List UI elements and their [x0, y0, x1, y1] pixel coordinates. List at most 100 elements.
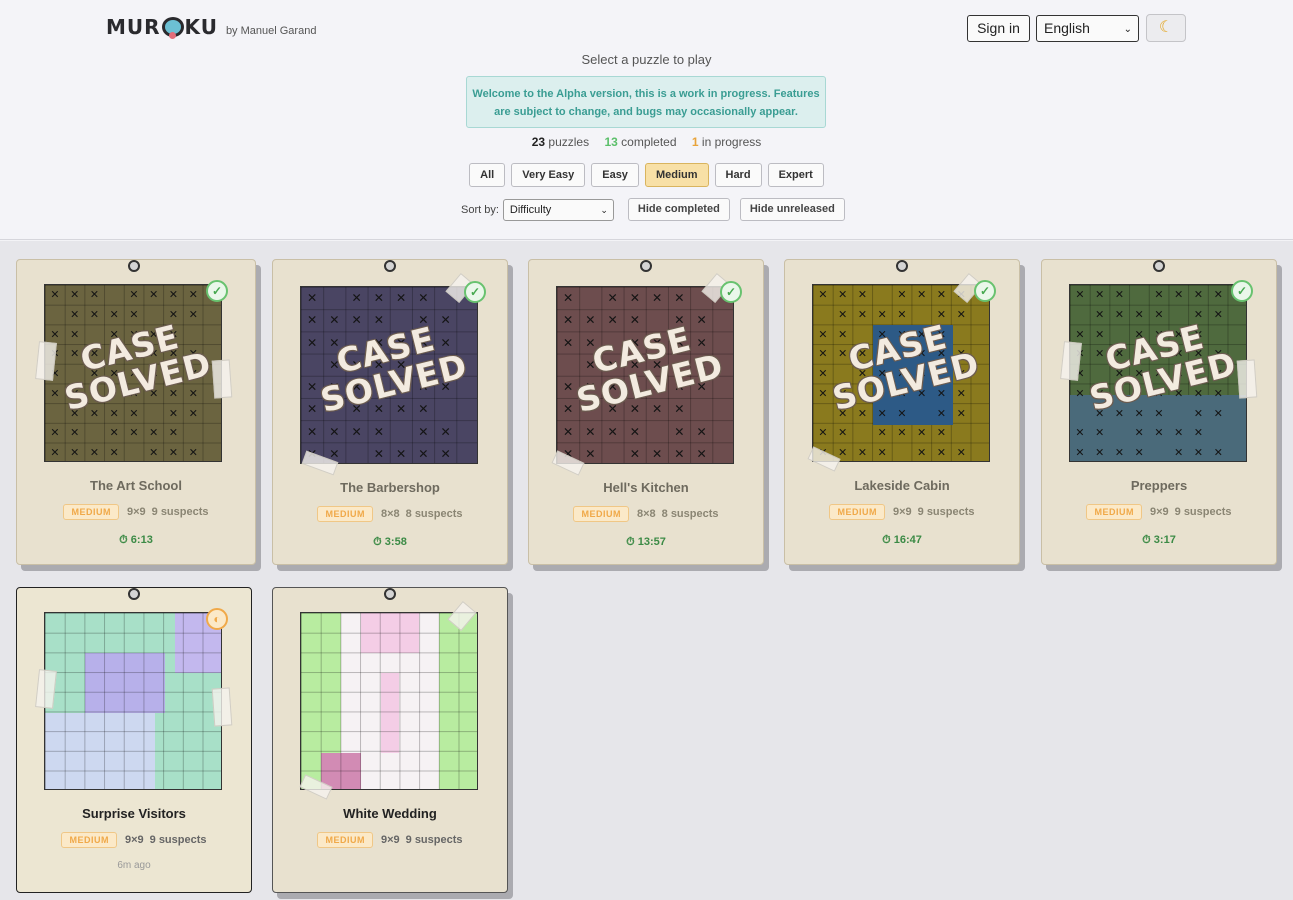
- grid-cell-marker: ✕: [917, 446, 927, 460]
- puzzle-card-art-school[interactable]: ✕ ✕ ✕ ✕ ✕ ✕ ✕ ✕ ✕ ✕ ✕ ✕ ✕ ✕ ✕ ✕ ✕ ✕ ✕ ✕ ✕ ✕ ✕ ✕ ✕ ✕ ✕ ✕ ✕ ✕ ✕ ✕ ✕ ✕ ✕ ✕ ✕ ✕ ✕ ✕…: [16, 259, 256, 565]
- grid-cell-marker: [892, 443, 912, 461]
- grid-cell-marker: ✕: [607, 424, 618, 439]
- grid-size: 9×9: [1149, 506, 1169, 518]
- grid-cell-marker: [183, 423, 203, 443]
- puzzle-meta: MEDIUM 9×9 9 suspects: [17, 504, 255, 520]
- grid-cell-marker: ✕: [373, 446, 384, 461]
- grid-cell-marker: ✕: [168, 426, 179, 440]
- grid-cell-marker: [691, 398, 713, 420]
- pin-icon: [384, 260, 396, 272]
- language-select[interactable]: English ⌄: [1036, 15, 1139, 42]
- difficulty-badge: MEDIUM: [573, 506, 629, 522]
- grid-cell-marker: ✕: [440, 424, 451, 439]
- puzzle-card-preppers[interactable]: ✕ ✕ ✕ ✕ ✕ ✕ ✕ ✕ ✕ ✕ ✕ ✕ ✕ ✕ ✕ ✕ ✕ ✕ ✕ ✕ ✕ ✕ ✕ ✕ ✕ ✕ ✕ ✕ ✕ ✕ ✕ ✕ ✕ ✕ ✕ ✕ ✕ ✕ ✕ ✕…: [1041, 259, 1277, 565]
- grid-cell-marker: ✕: [877, 426, 887, 440]
- filter-expert[interactable]: Expert: [767, 163, 824, 187]
- puzzle-card-lakeside-cabin[interactable]: ✕ ✕ ✕ ✕ ✕ ✕ ✕ ✕ ✕ ✕ ✕ ✕ ✕ ✕ ✕ ✕ ✕ ✕ ✕ ✕ ✕ ✕ ✕ ✕ ✕ ✕ ✕ ✕ ✕ ✕ ✕ ✕ ✕ ✕ ✕ ✕ ✕ ✕ ✕ ✕…: [784, 259, 1020, 565]
- grid-cell-marker: ✕: [1193, 426, 1204, 440]
- grid-cell-marker: [124, 443, 144, 461]
- suspect-count: 8 suspects: [661, 508, 719, 520]
- suspect-count: 9 suspects: [405, 834, 463, 846]
- completed-check-icon: ✓: [464, 281, 486, 303]
- grid-cell-marker: [346, 443, 368, 463]
- grid-cell-marker: ✕: [1174, 426, 1184, 440]
- puzzle-card-white-wedding[interactable]: White Wedding MEDIUM 9×9 9 suspects: [272, 587, 508, 893]
- puzzle-thumbnail: ✕ ✕ ✕ ✕ ✕ ✕ ✕ ✕ ✕ ✕ ✕ ✕ ✕ ✕ ✕ ✕ ✕ ✕ ✕ ✕ ✕ ✕ ✕ ✕ ✕ ✕ ✕ ✕ ✕ ✕ ✕ ✕ ✕ ✕ ✕ ✕ ✕ ✕ ✕ ✕…: [1069, 284, 1247, 462]
- theme-toggle-button[interactable]: ☾: [1146, 14, 1186, 42]
- puzzles-count: 23: [531, 135, 546, 149]
- hide-completed-button[interactable]: Hide completed: [627, 198, 730, 221]
- puzzle-meta: MEDIUM 9×9 9 suspects: [17, 832, 251, 848]
- grid-size: 9×9: [124, 834, 144, 846]
- grid-cell-marker: ✕: [1134, 307, 1144, 321]
- grid-cell-marker: ✕: [89, 307, 99, 321]
- grid-cell-marker: [1110, 423, 1130, 443]
- grid-cell-marker: ✕: [1095, 426, 1105, 440]
- filter-hard[interactable]: Hard: [714, 163, 762, 187]
- grid-cell-marker: ✕: [149, 446, 159, 460]
- suspect-count: 9 suspects: [917, 506, 975, 518]
- grid-cell-marker: ✕: [897, 426, 907, 440]
- puzzle-title: The Art School: [90, 478, 182, 493]
- grid-cell-marker: ✕: [1095, 307, 1105, 321]
- puzzle-thumbnail: [44, 612, 222, 790]
- grid-cell-marker: ✕: [351, 313, 362, 328]
- grid-cell-marker: ✕: [329, 424, 340, 439]
- grid-cell-marker: ✕: [936, 406, 947, 420]
- puzzle-meta: MEDIUM 9×9 9 suspects: [273, 832, 507, 848]
- grid-cell-marker: ✕: [917, 288, 927, 301]
- grid-cell-marker: ✕: [1213, 288, 1223, 301]
- grid-cell-marker: ✕: [696, 424, 707, 439]
- filter-easy[interactable]: Easy: [591, 163, 639, 187]
- filter-very-easy[interactable]: Very Easy: [511, 163, 586, 187]
- grid-cell-marker: ✕: [1095, 446, 1105, 460]
- grid-cell-marker: ✕: [418, 402, 429, 417]
- grid-cell-marker: [813, 305, 833, 325]
- filter-medium[interactable]: Medium: [644, 163, 709, 187]
- sort-select[interactable]: Difficulty ⌄: [502, 198, 614, 221]
- puzzle-card-barbershop[interactable]: ✕ ✕ ✕ ✕ ✕ ✕ ✕ ✕ ✕ ✕ ✕ ✕ ✕ ✕ ✕ ✕ ✕ ✕ ✕ ✕ ✕ ✕ ✕ ✕ ✕ ✕ ✕ ✕ ✕ ✕ ✕ ✕ ✕ ✕ ✕ ✕ ✕ ✕ ✕ ✕…: [272, 259, 508, 565]
- grid-cell-marker: ✕: [373, 313, 384, 328]
- grid-cell-marker: ✕: [838, 288, 848, 301]
- grid-cell-marker: ✕: [877, 446, 887, 460]
- logo-text-end: KU: [184, 15, 218, 39]
- suspect-count: 9 suspects: [151, 506, 209, 518]
- puzzle-thumbnail: ✕ ✕ ✕ ✕ ✕ ✕ ✕ ✕ ✕ ✕ ✕ ✕ ✕ ✕ ✕ ✕ ✕ ✕ ✕ ✕ ✕ ✕ ✕ ✕ ✕ ✕ ✕ ✕ ✕ ✕ ✕ ✕ ✕ ✕ ✕ ✕ ✕ ✕ ✕ ✕…: [812, 284, 990, 462]
- grid-cell-marker: [1169, 404, 1189, 424]
- pin-icon: [128, 260, 140, 272]
- grid-cell-marker: ✕: [1075, 426, 1085, 440]
- grid-cell-marker: ✕: [418, 291, 429, 305]
- grid-cell-marker: ✕: [585, 424, 596, 439]
- grid-cell-marker: ✕: [629, 446, 640, 461]
- puzzle-card-hells-kitchen[interactable]: ✕ ✕ ✕ ✕ ✕ ✕ ✕ ✕ ✕ ✕ ✕ ✕ ✕ ✕ ✕ ✕ ✕ ✕ ✕ ✕ ✕ ✕ ✕ ✕ ✕ ✕ ✕ ✕ ✕ ✕ ✕ ✕ ✕ ✕ ✕ ✕ ✕ ✕ ✕ ✕…: [528, 259, 764, 565]
- grid-cell-marker: ✕: [629, 291, 640, 305]
- grid-cell-marker: ✕: [857, 288, 867, 301]
- completed-label: completed: [621, 135, 677, 149]
- last-played: 6m ago: [117, 860, 151, 871]
- puzzle-card-surprise-visitors[interactable]: ◐ Surprise Visitors MEDIUM 9×9 9 suspect…: [16, 587, 252, 893]
- difficulty-badge: MEDIUM: [829, 504, 885, 520]
- language-value: English: [1044, 20, 1090, 36]
- filter-all[interactable]: All: [469, 163, 506, 187]
- grid-cell-marker: ✕: [1154, 307, 1164, 321]
- solve-time: ⏱ 16:47: [882, 534, 922, 546]
- grid-cell-marker: ✕: [1134, 446, 1144, 460]
- puzzle-title: Surprise Visitors: [82, 806, 186, 821]
- sort-value: Difficulty: [509, 203, 552, 216]
- grid-cell-marker: [951, 423, 971, 443]
- hide-unreleased-button[interactable]: Hide unreleased: [739, 198, 845, 221]
- grid-cell-marker: ✕: [629, 313, 640, 328]
- solve-time: ⏱ 3:17: [1142, 534, 1176, 546]
- completed-check-icon: ✓: [974, 280, 996, 302]
- solve-time: ⏱ 3:58: [373, 536, 407, 548]
- sign-in-button[interactable]: Sign in: [967, 15, 1030, 42]
- in-progress-label: in progress: [701, 135, 762, 149]
- grid-cell-marker: ✕: [1154, 406, 1164, 420]
- author-byline: by Manuel Garand: [225, 25, 317, 37]
- page-subtitle: Select a puzzle to play: [581, 52, 712, 67]
- grid-cell-marker: ✕: [607, 313, 618, 328]
- grid-cell-marker: ✕: [396, 291, 407, 305]
- grid-cell-marker: ✕: [956, 446, 966, 460]
- grid-cell-marker: ✕: [607, 291, 618, 305]
- murdoku-logo[interactable]: MUR KU by Manuel Garand: [106, 14, 316, 39]
